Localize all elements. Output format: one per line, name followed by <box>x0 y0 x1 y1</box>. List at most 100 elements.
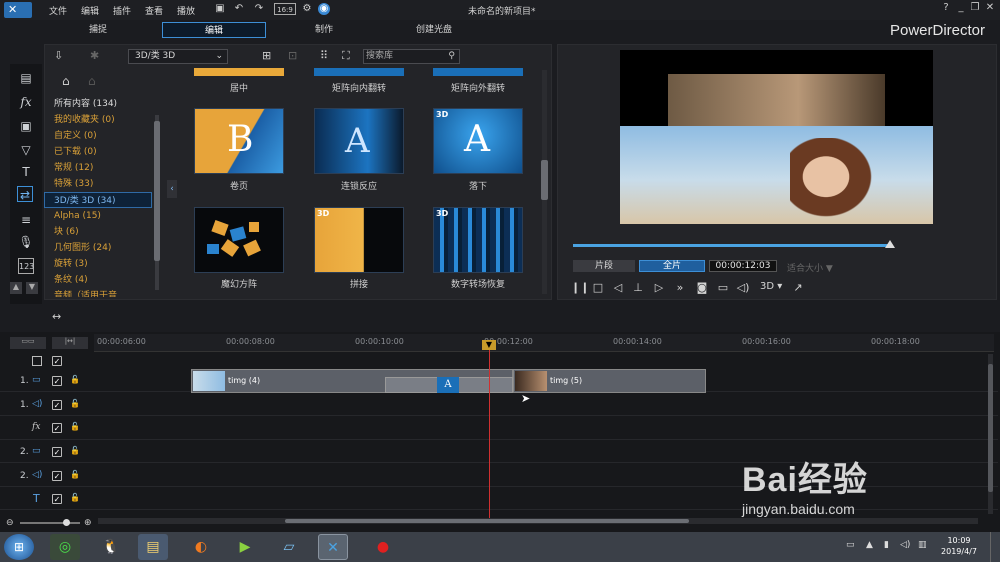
app-recorder-icon[interactable]: ● <box>368 534 398 560</box>
track-enable-checkbox[interactable]: ✓ <box>52 376 62 386</box>
tray-up-arrow-icon[interactable]: ▲ <box>866 540 873 550</box>
tray-keyboard-icon[interactable]: ▭ <box>846 540 855 550</box>
tray-device-icon[interactable]: ▮ <box>884 540 889 550</box>
clip-mode-tab[interactable]: 片段 <box>573 260 635 272</box>
title-room-icon[interactable]: T <box>18 164 34 180</box>
category-item[interactable]: 特殊 (33) <box>50 176 162 192</box>
snapshot-icon[interactable]: ◙ <box>695 281 709 295</box>
particle-room-icon[interactable]: ▽ <box>18 142 34 158</box>
import-icon[interactable]: ⇩ <box>54 49 70 63</box>
all-tracks-checkbox[interactable] <box>32 356 42 366</box>
app-qq-icon[interactable]: 🐧 <box>96 534 126 560</box>
menu-file[interactable]: 文件 <box>49 4 67 17</box>
media-room-icon[interactable]: ▤ <box>18 70 34 86</box>
lock-icon[interactable]: 🔓 <box>70 422 80 431</box>
timeline-vscroll-thumb[interactable] <box>988 364 993 492</box>
fit-size-select[interactable]: 适合大小 ▼ <box>787 261 833 274</box>
mode-produce[interactable]: 制作 <box>272 22 376 38</box>
category-item[interactable]: 我的收藏夹 (0) <box>50 112 162 128</box>
category-item[interactable]: 自定义 (0) <box>50 128 162 144</box>
fit-timeline-icon[interactable]: ↔ <box>52 310 61 323</box>
all-tracks-enable[interactable]: ✓ <box>52 356 62 366</box>
show-desktop-button[interactable] <box>990 532 1000 562</box>
thumb-drop[interactable]: 3D A <box>433 108 523 174</box>
menu-plugins[interactable]: 插件 <box>113 4 131 17</box>
audio-mixer-icon[interactable]: ≡ <box>18 212 34 228</box>
category-item[interactable]: 旋转 (3) <box>50 256 162 272</box>
category-item-selected[interactable]: 3D/类 3D (34) <box>44 192 152 208</box>
effect-room-icon[interactable]: fx <box>18 94 34 110</box>
thumb-matrix-out[interactable] <box>433 68 523 76</box>
track-enable-checkbox[interactable]: ✓ <box>52 423 62 433</box>
pause-icon[interactable]: ❙❙ <box>571 281 589 295</box>
transition-marker[interactable]: A <box>437 377 459 393</box>
category-item[interactable]: Alpha (15) <box>50 208 162 224</box>
menu-view[interactable]: 查看 <box>145 4 163 17</box>
mode-edit[interactable]: 编辑 <box>162 22 266 38</box>
next-frame-icon[interactable]: ▷ <box>652 281 666 295</box>
undock-preview-icon[interactable]: ↗ <box>791 281 805 295</box>
tray-network-icon[interactable]: ▥ <box>918 540 927 550</box>
volume-icon[interactable]: ◁) <box>736 281 750 295</box>
track-manager-icon[interactable]: ▭▭ <box>10 337 46 349</box>
seekbar-handle[interactable] <box>885 240 895 248</box>
minimize-icon[interactable]: _ <box>955 2 967 14</box>
lock-icon[interactable]: 🔓 <box>70 493 80 502</box>
plugin-icon[interactable]: ✱ <box>90 49 106 63</box>
thumb-chain-reaction[interactable]: A <box>314 108 404 174</box>
powerdirector-logo[interactable]: ✕ <box>4 2 32 18</box>
aspect-ratio-icon[interactable]: 16:9 <box>274 3 296 15</box>
chapter-room-icon[interactable]: 123 <box>18 258 34 274</box>
restore-icon[interactable]: ❐ <box>969 2 981 14</box>
thumb-splice[interactable]: 3D <box>314 207 404 273</box>
add-icon[interactable]: ⊞ <box>262 49 271 62</box>
playhead-marker[interactable]: ▼ <box>482 340 496 350</box>
timeline-hscroll-thumb[interactable] <box>285 519 689 523</box>
app-video-icon[interactable]: ▶ <box>230 534 260 560</box>
track-enable-checkbox[interactable]: ✓ <box>52 471 62 481</box>
category-item[interactable]: 块 (6) <box>50 224 162 240</box>
close-icon[interactable]: ✕ <box>984 2 996 14</box>
track-enable-checkbox[interactable]: ✓ <box>52 400 62 410</box>
fit-all-icon[interactable]: |↔| <box>52 337 88 349</box>
category-select[interactable]: 3D/类 3D ⌄ <box>128 49 228 64</box>
taskbar-clock[interactable]: 10:09 2019/4/7 <box>934 535 984 557</box>
lock-icon[interactable]: 🔓 <box>70 446 80 455</box>
grid-view-icon[interactable]: ⠿ <box>320 49 328 62</box>
category-item[interactable]: 几何图形 (24) <box>50 240 162 256</box>
save-icon[interactable]: ▣ <box>214 3 226 15</box>
3d-mode-button[interactable]: 3D ▾ <box>760 281 782 292</box>
collapse-up-icon[interactable]: ▲ <box>10 282 22 294</box>
help-icon[interactable]: ? <box>940 2 952 14</box>
zoom-slider[interactable] <box>20 522 80 524</box>
menu-play[interactable]: 播放 <box>177 4 195 17</box>
thumb-magic-cube[interactable] <box>194 207 284 273</box>
collapse-panel-arrow-icon[interactable]: ‹ <box>167 180 177 198</box>
category-item[interactable]: 常规 (12) <box>50 160 162 176</box>
preview-screen[interactable] <box>620 50 933 224</box>
category-item[interactable]: 所有内容 (134) <box>50 96 162 112</box>
category-scroll-thumb[interactable] <box>154 121 160 261</box>
thumb-matrix-in[interactable] <box>314 68 404 76</box>
menu-edit[interactable]: 编辑 <box>81 4 99 17</box>
timecode-display[interactable]: 00:00:12:03 <box>709 260 777 272</box>
expand-down-icon[interactable]: ▼ <box>26 282 38 294</box>
account-icon[interactable]: ◉ <box>318 3 330 15</box>
settings-gear-icon[interactable]: ⚙ <box>301 3 313 15</box>
category-item[interactable]: 已下载 (0) <box>50 144 162 160</box>
zoom-out-icon[interactable]: ⊖ <box>6 518 14 528</box>
remove-favorite-icon[interactable]: ⌂ <box>88 74 96 88</box>
redo-icon[interactable]: ↷ <box>253 3 265 15</box>
zoom-in-icon[interactable]: ⊕ <box>84 518 92 528</box>
mode-capture[interactable]: 捕捉 <box>46 22 150 38</box>
previous-frame-icon[interactable]: ◁ <box>611 281 625 295</box>
zoom-slider-handle[interactable] <box>63 519 70 526</box>
lock-icon[interactable]: 🔓 <box>70 375 80 384</box>
tray-volume-icon[interactable]: ◁) <box>900 540 910 550</box>
download-icon[interactable]: ⊡ <box>288 49 297 62</box>
transition-room-icon[interactable]: ⇄ <box>17 186 33 202</box>
undo-icon[interactable]: ↶ <box>233 3 245 15</box>
fast-forward-icon[interactable]: » <box>673 281 687 295</box>
voice-record-icon[interactable]: 🎙 <box>18 234 34 250</box>
pip-room-icon[interactable]: ▣ <box>18 118 34 134</box>
